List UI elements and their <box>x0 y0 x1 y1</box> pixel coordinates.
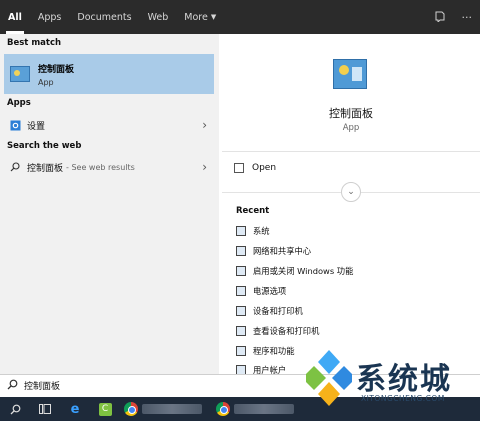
recent-item[interactable]: 查看设备和打印机 <box>236 322 319 340</box>
programs-icon <box>236 266 246 276</box>
chrome-icon <box>124 402 138 416</box>
web-result-item[interactable]: 控制面板 - See web results › <box>0 157 219 177</box>
printer-icon <box>236 306 246 316</box>
tab-all[interactable]: All <box>0 0 30 34</box>
chevron-right-icon[interactable]: › <box>202 160 207 174</box>
watermark-logo-icon <box>306 350 352 406</box>
printer-icon <box>236 326 246 336</box>
power-icon <box>236 286 246 296</box>
recent-item-label: 程序和功能 <box>253 346 295 356</box>
open-action[interactable]: Open <box>234 163 276 173</box>
best-match-item[interactable]: 控制面板 App <box>4 54 214 94</box>
preview-app-title: 控制面板 <box>329 107 373 120</box>
edge-icon[interactable]: e <box>60 397 90 421</box>
recent-item-label: 设备和打印机 <box>253 306 303 316</box>
tab-documents[interactable]: Documents <box>69 0 139 34</box>
top-icons: ··· <box>434 0 473 34</box>
recent-item[interactable]: 电源选项 <box>236 282 286 300</box>
recent-item[interactable]: 程序和功能 <box>236 342 295 360</box>
system-icon <box>236 226 246 236</box>
settings-icon <box>8 118 22 132</box>
search-input[interactable]: 控制面板 <box>24 379 60 392</box>
chevron-down-icon: ▼ <box>210 13 217 21</box>
chevron-right-icon[interactable]: › <box>202 118 207 132</box>
feedback-icon[interactable] <box>434 10 446 25</box>
control-panel-icon <box>333 59 367 89</box>
search-icon[interactable] <box>0 397 30 421</box>
chrome-window-button[interactable] <box>120 397 212 421</box>
tab-more[interactable]: More ▼ <box>176 0 224 34</box>
recent-item[interactable]: 网络和共享中心 <box>236 242 311 260</box>
task-view-icon[interactable] <box>30 397 60 421</box>
blurred-window-title <box>142 404 202 414</box>
search-filter-bar: All Apps Documents Web More ▼ ··· <box>0 0 480 34</box>
recent-item-label: 系统 <box>253 226 270 236</box>
results-list: Best match 控制面板 App Apps 设置 › Search the… <box>0 34 219 374</box>
camtasia-icon[interactable]: C <box>90 397 120 421</box>
recent-item[interactable]: 启用或关闭 Windows 功能 <box>236 262 353 280</box>
best-match-heading: Best match <box>7 38 62 48</box>
divider <box>222 151 480 152</box>
search-icon <box>8 160 22 174</box>
preview-app-subtitle: App <box>342 123 360 133</box>
watermark: 系统城 XITONGCHENG.COM <box>306 348 480 412</box>
windows-search-window: All Apps Documents Web More ▼ ··· Best m… <box>0 0 480 421</box>
tab-more-label: More <box>184 11 208 23</box>
chrome-window-button[interactable] <box>212 397 304 421</box>
best-match-subtitle: App <box>38 77 54 87</box>
recent-item[interactable]: 系统 <box>236 222 270 240</box>
recent-item[interactable]: 设备和打印机 <box>236 302 303 320</box>
tab-web[interactable]: Web <box>140 0 177 34</box>
web-heading: Search the web <box>7 141 82 151</box>
web-result-label: 控制面板 <box>27 163 64 174</box>
tab-apps[interactable]: Apps <box>30 0 70 34</box>
app-item-settings[interactable]: 设置 › <box>0 115 219 135</box>
app-item-label: 设置 <box>27 121 46 132</box>
watermark-brand: 系统城 <box>356 362 452 397</box>
recent-item-label: 网络和共享中心 <box>253 246 312 256</box>
search-icon <box>7 379 18 393</box>
web-result-suffix: - See web results <box>66 162 135 172</box>
apps-heading: Apps <box>7 98 31 108</box>
best-match-title: 控制面板 <box>38 64 75 75</box>
open-label: Open <box>252 163 277 173</box>
recent-item-label: 电源选项 <box>253 286 287 296</box>
open-icon <box>234 163 244 173</box>
control-panel-icon <box>10 66 30 82</box>
chrome-icon <box>216 402 230 416</box>
preview-pane: 控制面板 App Open ⌄ Recent 系统 网络和共享中心 启用或关闭 … <box>222 34 480 375</box>
network-icon <box>236 246 246 256</box>
watermark-url: XITONGCHENG.COM <box>361 394 445 403</box>
blurred-window-title <box>234 404 294 414</box>
recent-heading: Recent <box>236 206 270 216</box>
expand-chevron-icon[interactable]: ⌄ <box>341 182 361 202</box>
more-options-icon[interactable]: ··· <box>462 11 473 24</box>
recent-item-label: 启用或关闭 Windows 功能 <box>253 266 354 276</box>
programs-icon <box>236 346 246 356</box>
recent-item-label: 查看设备和打印机 <box>253 326 320 336</box>
